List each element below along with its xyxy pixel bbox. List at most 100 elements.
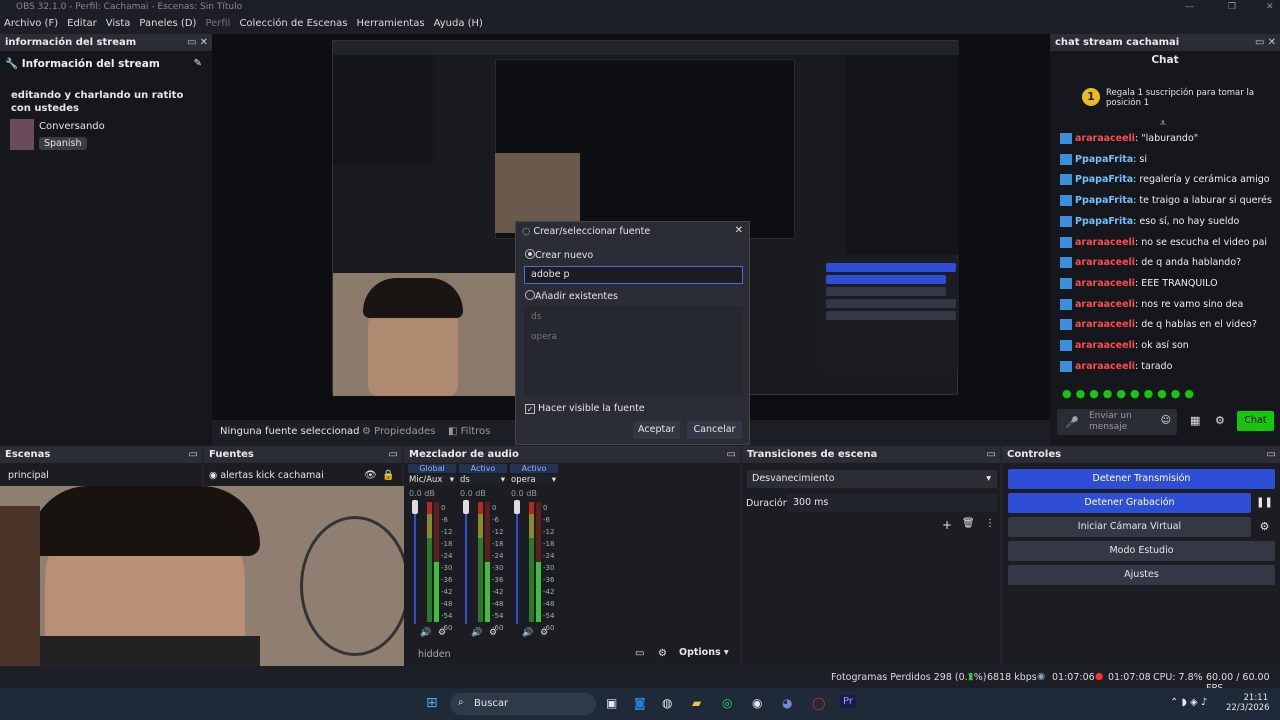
virtual-camera-button[interactable]: Iniciar Cámara Virtual <box>1008 517 1251 537</box>
chat-username[interactable]: araraaceeli <box>1075 257 1135 268</box>
folder-icon[interactable]: ▰ <box>692 696 701 710</box>
whatsapp-icon[interactable]: ◎ <box>722 696 732 710</box>
menu-paneles[interactable]: Paneles (D) <box>139 15 196 33</box>
add-existing-radio[interactable]: Añadir existentes <box>525 290 618 302</box>
chat-username[interactable]: araraaceeli <box>1075 237 1135 248</box>
dock-buttons[interactable]: ▭ ✕ <box>187 34 208 51</box>
windows-start-icon[interactable]: ⊞ <box>426 695 438 711</box>
restore-icon[interactable]: ❐ <box>1228 0 1236 15</box>
chat-username[interactable]: araraaceeli <box>1075 319 1135 330</box>
channel-name-select[interactable]: opera ▾ <box>511 475 558 485</box>
layout-icon[interactable]: ▭ <box>635 648 644 659</box>
chat-username[interactable]: PpapaFrita <box>1075 174 1133 185</box>
dock-float-icon[interactable]: ▭ <box>189 446 198 463</box>
existing-item-ds[interactable]: ds <box>531 312 541 322</box>
dock-buttons[interactable]: ▭ ✕ <box>1255 34 1276 51</box>
visibility-eye-icon[interactable]: 👁 <box>364 470 377 481</box>
task-view-icon[interactable]: ▣ <box>606 696 617 710</box>
slider-handle[interactable] <box>514 500 520 514</box>
menu-editar[interactable]: Editar <box>67 15 97 33</box>
settings-icon[interactable]: ⚙ <box>1215 414 1225 427</box>
virtual-cam-settings-icon[interactable]: ⚙ <box>1254 517 1275 537</box>
slider-handle[interactable] <box>412 500 418 514</box>
dock-float-icon[interactable]: ▭ <box>1267 446 1276 463</box>
volume-slider[interactable] <box>513 500 521 624</box>
dock-float-icon[interactable]: ▭ <box>389 446 398 463</box>
scene-item-principal[interactable]: principal <box>8 470 49 481</box>
chat-username[interactable]: PpapaFrita <box>1075 195 1133 206</box>
mic-icon[interactable]: 🎤 <box>1065 416 1079 429</box>
db-tick-label: -54 <box>441 612 453 620</box>
outlook-icon[interactable]: ◙ <box>634 696 646 710</box>
speaker-icon[interactable]: 🔊 <box>522 628 533 638</box>
create-new-radio[interactable]: Crear nuevo <box>525 249 593 261</box>
volume-slider[interactable] <box>462 500 470 624</box>
properties-button[interactable]: ⚙ Propiedades <box>362 426 435 437</box>
emote-bar[interactable]: ●●●●●●●●●● <box>1062 387 1252 401</box>
chat-username[interactable]: araraaceeli <box>1075 299 1135 310</box>
close-window-icon[interactable]: ✕ <box>1266 0 1274 15</box>
menu-vista[interactable]: Vista <box>106 15 131 33</box>
transition-select[interactable]: Desvanecimiento ▾ <box>747 470 997 488</box>
rank-badge-icon: 1 <box>1082 88 1100 106</box>
premiere-icon[interactable]: Pr <box>840 695 856 708</box>
filters-button[interactable]: ◧ Filtros <box>448 426 490 437</box>
volume-slider[interactable] <box>411 500 419 624</box>
emoji-icon[interactable]: ☺ <box>1161 415 1171 426</box>
lock-icon[interactable]: 🔒 <box>382 470 394 481</box>
chat-dock: chat stream cachamai ▭ ✕ Chat 1 Regala 1… <box>1050 34 1280 446</box>
obs-icon[interactable]: ◉ <box>752 696 762 710</box>
gift-promo[interactable]: Regala 1 suscripción para tomar la posic… <box>1106 88 1256 108</box>
stop-stream-button[interactable]: Detener Transmisión <box>1008 469 1275 489</box>
clock[interactable]: 21:11 22/3/2026 <box>1226 693 1270 713</box>
tray-icons[interactable]: ⌃ ◗ ◈ ♪ <box>1170 697 1207 708</box>
gift-icon[interactable]: ▦ <box>1190 414 1200 427</box>
chat-username[interactable]: araraaceeli <box>1075 361 1135 372</box>
discord-icon[interactable]: ◕ <box>782 696 792 710</box>
more-icon[interactable]: ⋮ <box>985 518 995 529</box>
cancel-button[interactable]: Cancelar <box>687 421 742 439</box>
existing-item-opera[interactable]: opera <box>531 332 557 342</box>
make-visible-checkbox[interactable]: ✓ Hacer visible la fuente <box>525 403 645 414</box>
speaker-icon[interactable]: 🔊 <box>420 628 431 638</box>
source-name-input[interactable]: adobe p <box>524 266 743 284</box>
opera-icon[interactable]: ◯ <box>812 696 825 710</box>
edit-icon[interactable]: ✎ <box>194 58 202 69</box>
existing-sources-list: ds opera <box>524 306 743 396</box>
channel-name-select[interactable]: ds ▾ <box>460 475 507 485</box>
mixer-settings-icon[interactable]: ⚙ <box>658 648 667 659</box>
accept-button[interactable]: Aceptar <box>633 421 680 439</box>
collapse-icon[interactable]: ⩡ <box>1160 118 1166 129</box>
trash-icon[interactable]: 🗑 <box>962 518 975 529</box>
send-chat-button[interactable]: Chat <box>1237 411 1274 431</box>
options-dropdown[interactable]: Options ▾ <box>679 647 729 658</box>
source-item[interactable]: ◉ alertas kick cachamai <box>209 470 324 481</box>
menu-coleccion-escenas[interactable]: Colección de Escenas <box>239 15 347 33</box>
dock-float-icon[interactable]: ▭ <box>727 446 736 463</box>
taskbar-search[interactable]: ⌕ Buscar <box>450 693 596 715</box>
db-tick-label: -48 <box>543 600 555 608</box>
chat-username[interactable]: araraaceeli <box>1075 133 1135 144</box>
duration-input[interactable]: 300 ms <box>787 494 997 512</box>
add-icon[interactable]: + <box>942 518 952 532</box>
dock-float-icon[interactable]: ▭ <box>987 446 996 463</box>
menu-herramientas[interactable]: Herramientas <box>356 15 424 33</box>
chat-username[interactable]: araraaceeli <box>1075 278 1135 289</box>
minimize-icon[interactable]: — <box>1185 0 1194 15</box>
channel-name-select[interactable]: Mic/Aux ▾ <box>409 475 456 485</box>
settings-button[interactable]: Ajustes <box>1008 565 1275 585</box>
studio-mode-button[interactable]: Modo Estudio <box>1008 541 1275 561</box>
chat-username[interactable]: araraaceeli <box>1075 340 1135 351</box>
steam-icon[interactable]: ◍ <box>662 696 672 710</box>
menu-perfil[interactable]: Perfil <box>205 15 230 33</box>
menu-ayuda[interactable]: Ayuda (H) <box>434 15 483 33</box>
chat-input[interactable]: 🎤 Enviar un mensaje ☺ <box>1057 409 1177 435</box>
chat-username[interactable]: PpapaFrita <box>1075 216 1133 227</box>
menu-archivo[interactable]: Archivo (F) <box>4 15 58 33</box>
speaker-icon[interactable]: 🔊 <box>471 628 482 638</box>
pause-icon[interactable]: ❚❚ <box>1254 493 1275 513</box>
slider-handle[interactable] <box>463 500 469 514</box>
stop-record-button[interactable]: Detener Grabación <box>1008 493 1251 513</box>
chat-username[interactable]: PpapaFrita <box>1075 154 1133 165</box>
dialog-close-icon[interactable]: ✕ <box>735 225 743 236</box>
